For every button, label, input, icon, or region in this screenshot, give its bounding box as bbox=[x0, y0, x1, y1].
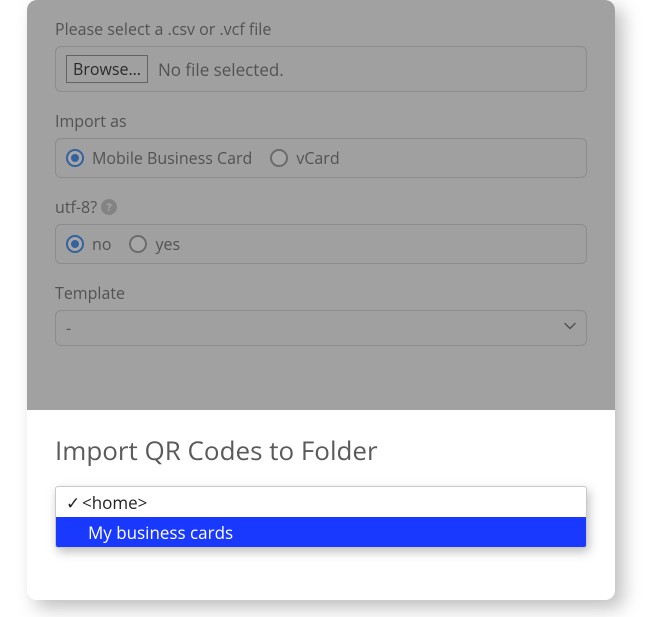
template-value: - bbox=[66, 317, 71, 339]
utf8-group: utf-8? ? no yes bbox=[55, 196, 587, 264]
import-as-row: Mobile Business Card vCard bbox=[55, 138, 587, 178]
radio-icon bbox=[66, 235, 84, 253]
import-as-label: Import as bbox=[55, 110, 587, 132]
import-panel: Please select a .csv or .vcf file Browse… bbox=[27, 0, 615, 600]
chevron-down-icon bbox=[562, 317, 578, 339]
folder-option-label: <home> bbox=[82, 491, 147, 514]
radio-icon bbox=[66, 149, 84, 167]
file-select-label: Please select a .csv or .vcf file bbox=[55, 18, 587, 40]
folder-section: Import QR Codes to Folder ✓<home> My bus… bbox=[27, 410, 615, 600]
stage: Please select a .csv or .vcf file Browse… bbox=[0, 0, 662, 617]
folder-dropdown[interactable]: ✓<home> My business cards bbox=[55, 486, 587, 548]
radio-label: vCard bbox=[296, 147, 339, 169]
radio-icon bbox=[270, 149, 288, 167]
utf8-label-text: utf-8? bbox=[55, 196, 97, 218]
import-as-mobile-business-card[interactable]: Mobile Business Card bbox=[66, 147, 252, 169]
browse-button[interactable]: Browse… bbox=[66, 55, 148, 83]
file-select-status: No file selected. bbox=[158, 58, 284, 81]
folder-option-label: My business cards bbox=[82, 521, 233, 544]
folder-option-home[interactable]: ✓<home> bbox=[56, 487, 586, 517]
template-label: Template bbox=[55, 282, 587, 304]
utf8-no[interactable]: no bbox=[66, 233, 111, 255]
template-select[interactable]: - bbox=[55, 310, 587, 346]
import-as-group: Import as Mobile Business Card vCard bbox=[55, 110, 587, 178]
folder-option-my-business-cards[interactable]: My business cards bbox=[56, 517, 586, 547]
radio-icon bbox=[129, 235, 147, 253]
radio-label: no bbox=[92, 233, 111, 255]
folder-section-title: Import QR Codes to Folder bbox=[55, 432, 587, 468]
utf8-label: utf-8? ? bbox=[55, 196, 587, 218]
utf8-row: no yes bbox=[55, 224, 587, 264]
import-as-vcard[interactable]: vCard bbox=[270, 147, 339, 169]
file-select-group: Please select a .csv or .vcf file Browse… bbox=[55, 18, 587, 92]
help-icon[interactable]: ? bbox=[101, 199, 117, 215]
utf8-yes[interactable]: yes bbox=[129, 233, 180, 255]
template-group: Template - bbox=[55, 282, 587, 346]
radio-label: Mobile Business Card bbox=[92, 147, 252, 169]
file-select-box: Browse… No file selected. bbox=[55, 46, 587, 92]
radio-label: yes bbox=[155, 233, 180, 255]
checkmark-icon: ✓ bbox=[66, 491, 80, 514]
